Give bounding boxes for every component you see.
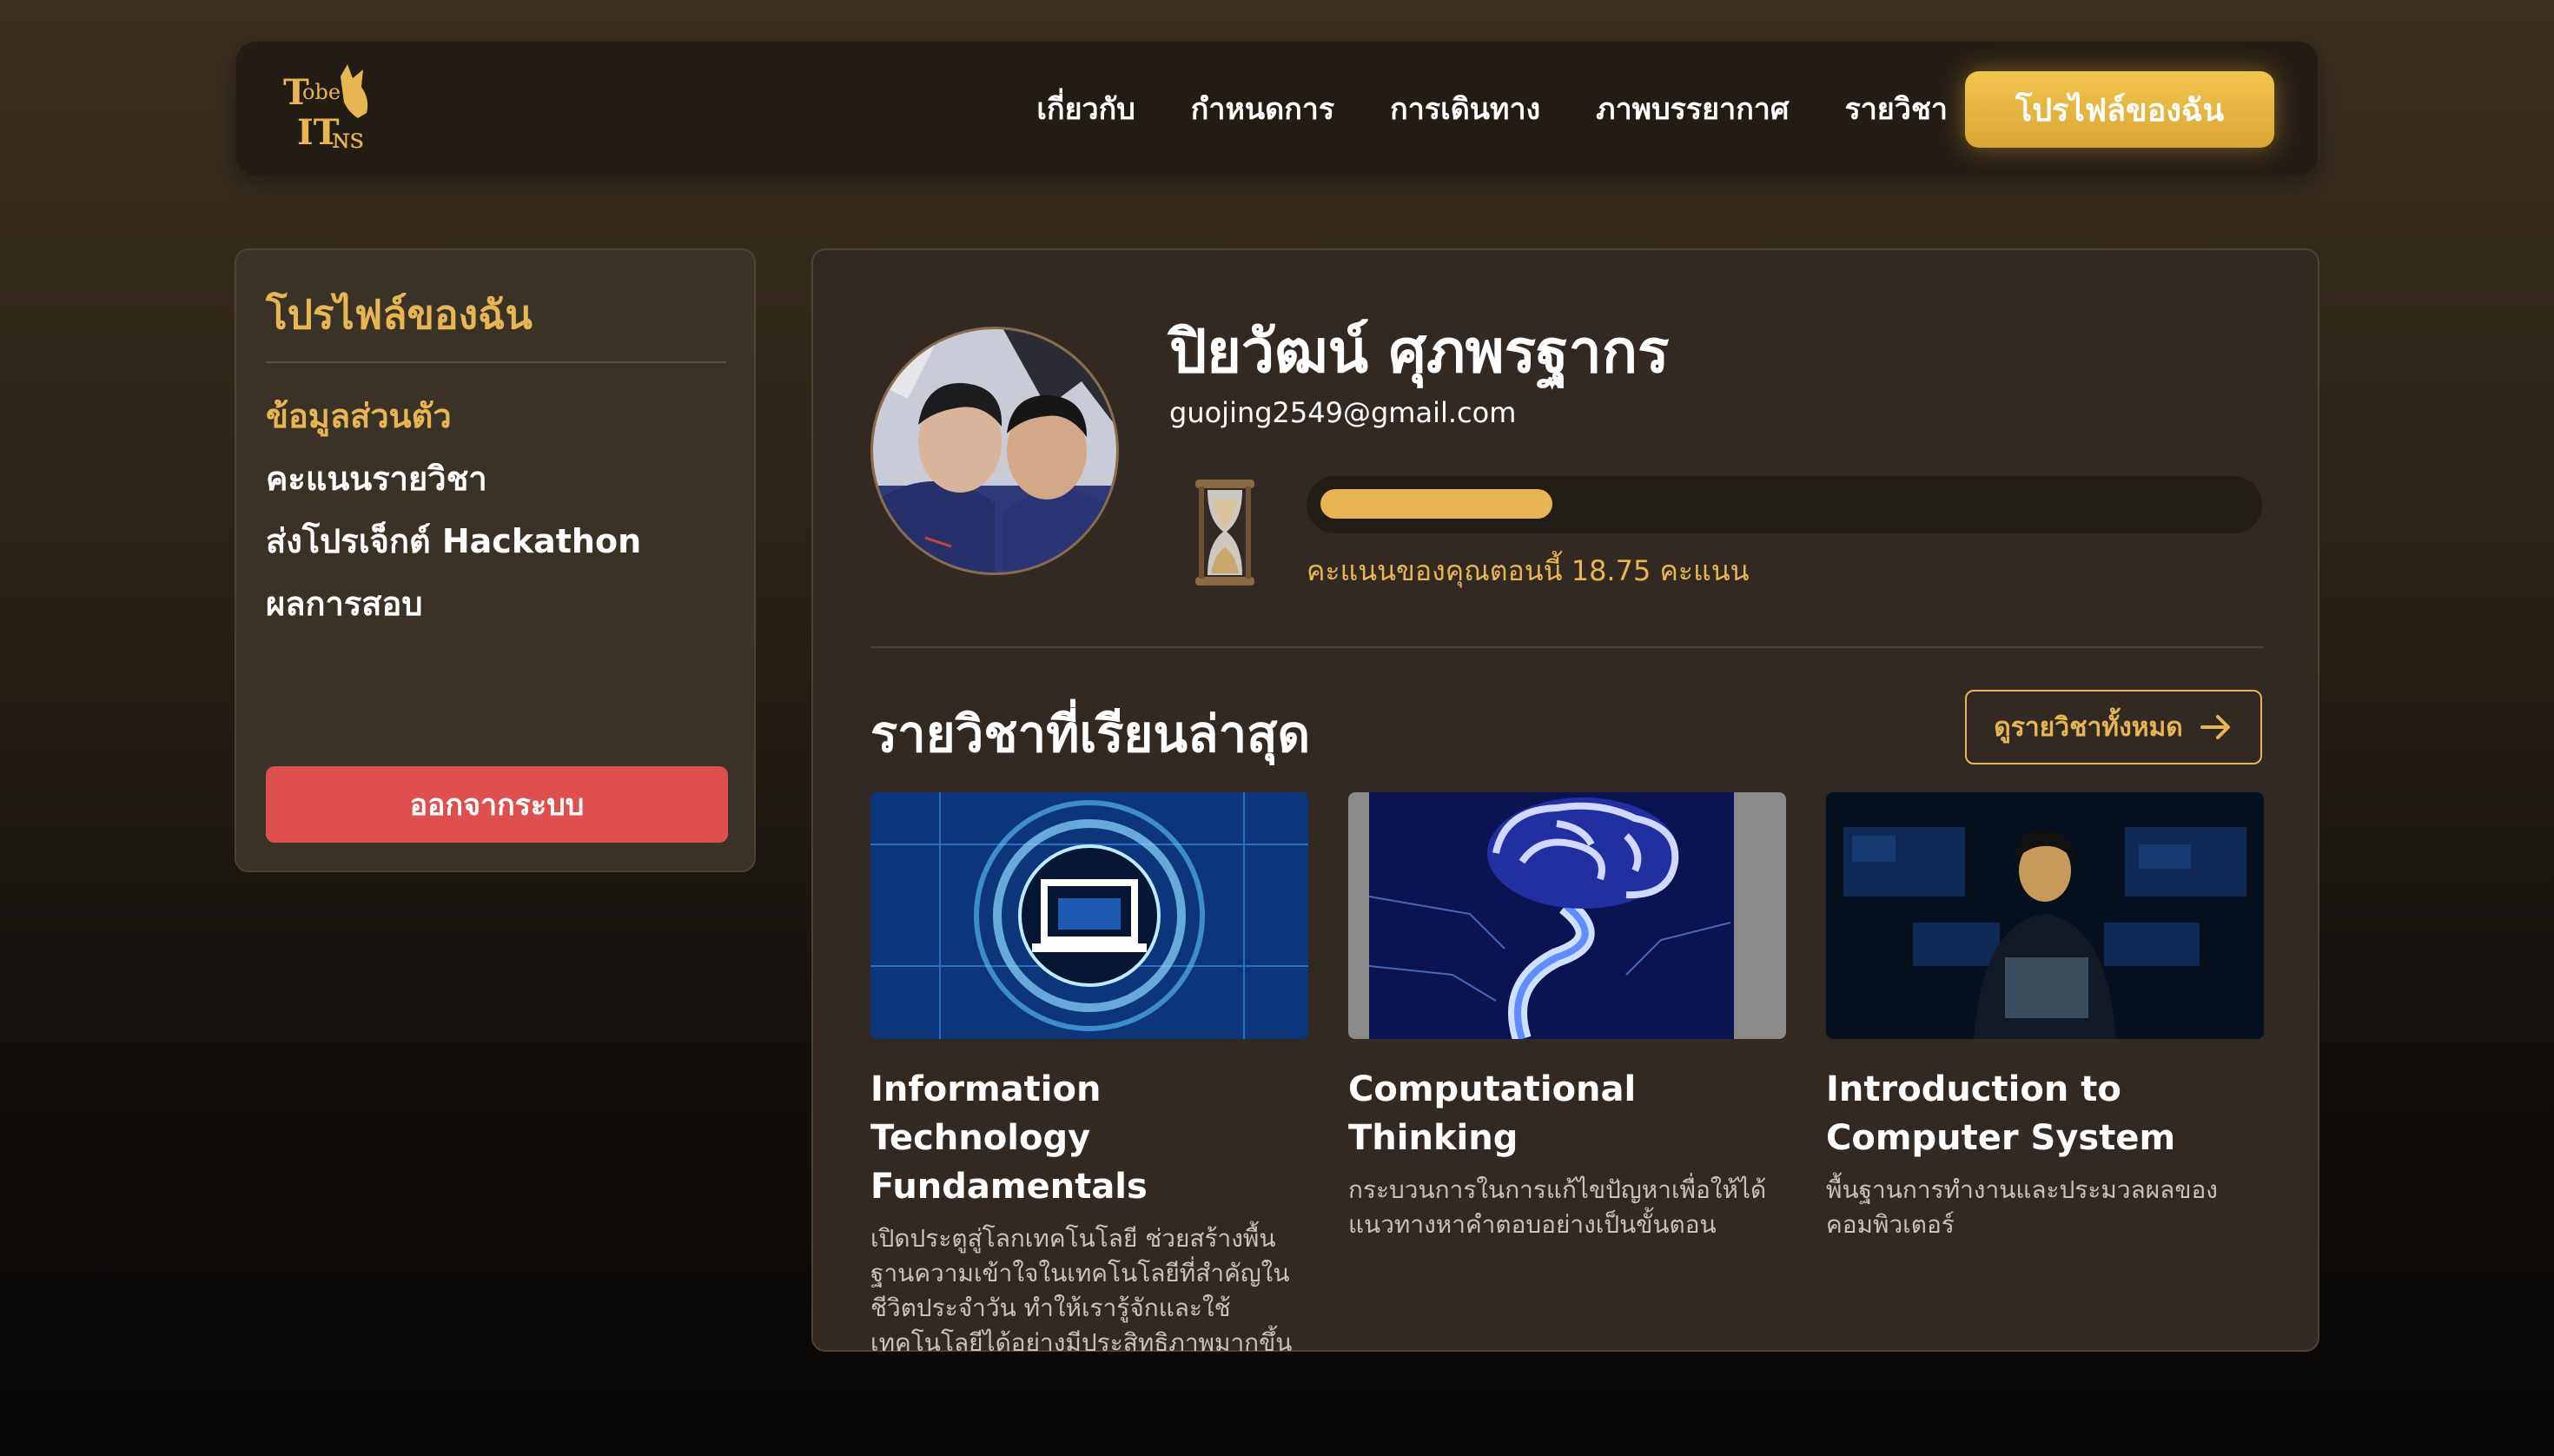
profile-name: ปิยวัฒน์ ศุภพรฐากร — [1169, 318, 1670, 387]
profile-email: guojing2549@gmail.com — [1169, 396, 1517, 429]
course-title: Computational Thinking — [1348, 1069, 1637, 1158]
course-card-it-fundamentals[interactable]: Information Technology Fundamentals เปิด… — [870, 792, 1308, 1360]
course-description: กระบวนการในการแก้ไขปัญหาเพื่อให้ได้แนวทา… — [1348, 1175, 1767, 1239]
nav-link-about[interactable]: เกี่ยวกับ — [1036, 85, 1135, 132]
svg-text:obe: obe — [302, 80, 341, 104]
nav-link-gallery[interactable]: ภาพบรรยากาศ — [1596, 85, 1789, 132]
sidebar-divider — [266, 361, 726, 363]
course-card-computational-thinking[interactable]: Computational Thinking กระบวนการในการแก้… — [1348, 792, 1786, 1242]
course-card-intro-computer-system[interactable]: Introduction to Computer System พื้นฐานก… — [1826, 792, 2264, 1242]
technology-illustration-icon — [870, 792, 1308, 1039]
course-image — [1348, 792, 1786, 1039]
nav-link-schedule[interactable]: กำหนดการ — [1191, 85, 1334, 132]
section-divider — [870, 646, 2264, 648]
my-profile-button[interactable]: โปรไฟล์ของฉัน — [1965, 71, 2274, 148]
profile-sidebar: โปรไฟล์ของฉัน ข้อมูลส่วนตัว คะแนนรายวิชา… — [235, 248, 756, 872]
svg-text:ɴs: ɴs — [332, 122, 364, 155]
course-title: Introduction to Computer System — [1826, 1069, 2176, 1158]
course-title: Information Technology Fundamentals — [870, 1069, 1148, 1207]
course-description: พื้นฐานการทำงานและประมวลผลของคอมพิวเตอร์ — [1826, 1175, 2218, 1239]
score-text: คะแนนของคุณตอนนี้ 18.75 คะแนน — [1307, 554, 1750, 587]
recent-courses-title: รายวิชาที่เรียนล่าสุด — [870, 705, 1311, 764]
arrow-right-icon — [2200, 715, 2230, 739]
sidebar-title: โปรไฟล์ของฉัน — [266, 291, 533, 338]
nav-links: เกี่ยวกับ กำหนดการ การเดินทาง ภาพบรรยากา… — [1036, 42, 1948, 175]
course-image — [870, 792, 1308, 1039]
logout-button[interactable]: ออกจากระบบ — [266, 766, 728, 843]
hourglass-icon — [1195, 480, 1254, 586]
sidebar-item-exam-results[interactable]: ผลการสอบ — [266, 582, 641, 625]
brain-illustration-icon — [1348, 792, 1786, 1039]
course-description: เปิดประตูสู่โลกเทคโนโลยี ช่วยสร้างพื้นฐา… — [870, 1224, 1293, 1357]
course-image — [1826, 792, 2264, 1039]
top-navbar: T obe IT ɴs เกี่ยวกับ กำหนดการ การเดินทา… — [236, 42, 2318, 175]
profile-main-panel: ปิยวัฒน์ ศุภพรฐากร guojing2549@gmail.com… — [811, 248, 2319, 1357]
avatar-photo-icon — [873, 329, 1116, 572]
nav-link-courses[interactable]: รายวิชา — [1844, 85, 1948, 132]
sidebar-item-course-scores[interactable]: คะแนนรายวิชา — [266, 457, 641, 500]
person-at-computer-icon — [1826, 792, 2264, 1039]
score-progress-fill — [1320, 489, 1552, 519]
sidebar-item-personal-info[interactable]: ข้อมูลส่วนตัว — [266, 394, 641, 438]
view-all-courses-label: ดูรายวิชาทั้งหมด — [1994, 711, 2183, 743]
view-all-courses-button[interactable]: ดูรายวิชาทั้งหมด — [1965, 690, 2262, 764]
score-progress-bar — [1307, 476, 2262, 533]
nav-link-travel[interactable]: การเดินทาง — [1390, 85, 1540, 132]
sidebar-item-hackathon-submit[interactable]: ส่งโปรเจ็กต์ Hackathon — [266, 520, 641, 563]
logo-icon[interactable]: T obe IT ɴs — [280, 61, 377, 156]
avatar — [870, 327, 1119, 575]
sidebar-menu: ข้อมูลส่วนตัว คะแนนรายวิชา ส่งโปรเจ็กต์ … — [266, 394, 641, 625]
